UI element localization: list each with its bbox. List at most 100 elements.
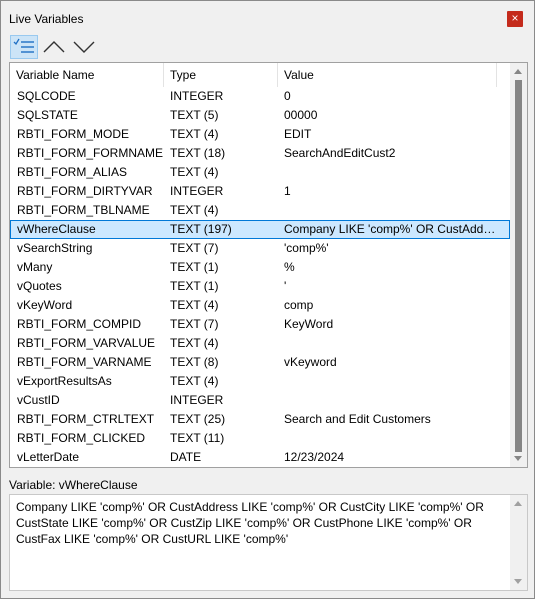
variable-name-cell: vMany (17, 260, 53, 274)
grid-vertical-scrollbar[interactable] (510, 63, 527, 467)
variable-value-panel[interactable]: Company LIKE 'comp%' OR CustAddress LIKE… (9, 494, 528, 591)
table-row[interactable]: RBTI_FORM_COMPID TEXT (7) KeyWord (10, 315, 510, 334)
variable-type-cell: TEXT (7) (170, 241, 219, 255)
variable-value-cell: EDIT (284, 127, 312, 141)
variable-value-cell: KeyWord (284, 317, 334, 331)
table-row[interactable]: RBTI_FORM_ALIAS TEXT (4) (10, 163, 510, 182)
table-row-selected[interactable]: vWhereClause TEXT (197) Company LIKE 'comp… (10, 220, 510, 239)
variable-name-cell: RBTI_FORM_TBLNAME (17, 203, 150, 217)
variable-value-cell: 00000 (284, 108, 318, 122)
show-all-variables-button[interactable] (10, 35, 38, 59)
variable-value-cell: comp (284, 298, 314, 312)
move-down-button[interactable] (70, 35, 98, 59)
table-row[interactable]: SQLSTATE TEXT (5) 00000 (10, 106, 510, 125)
column-header-variable-name[interactable]: Variable Name (10, 63, 164, 87)
variables-grid[interactable]: Variable Name Type Value SQLCODE INTEGER 0… (9, 62, 528, 468)
table-row[interactable]: RBTI_FORM_VARVALUE TEXT (4) (10, 334, 510, 353)
scroll-down-icon[interactable] (514, 579, 522, 584)
table-row[interactable]: SQLCODE INTEGER 0 (10, 87, 510, 106)
variable-type-cell: TEXT (1) (170, 260, 219, 274)
variable-name-cell: RBTI_FORM_MODE (17, 127, 130, 141)
variable-type-cell: TEXT (11) (170, 431, 225, 445)
chevron-up-icon (43, 41, 65, 53)
variable-value-cell (284, 391, 498, 410)
variable-name-cell: SQLSTATE (17, 108, 78, 122)
variable-type-cell: TEXT (7) (170, 317, 219, 331)
table-row[interactable]: vQuotes TEXT (1) ' (10, 277, 510, 296)
variable-name-cell: vSearchString (17, 241, 93, 255)
variable-type-cell: TEXT (4) (170, 336, 219, 350)
variable-name-cell: RBTI_FORM_CTRLTEXT (17, 412, 155, 426)
variable-type-cell: INTEGER (170, 89, 224, 103)
variable-type-cell: TEXT (4) (170, 374, 219, 388)
variable-name-cell: RBTI_FORM_DIRTYVAR (17, 184, 153, 198)
variable-name-cell: vCustID (17, 393, 60, 407)
variable-value-cell (284, 429, 498, 448)
table-row[interactable]: vMany TEXT (1)% (10, 258, 510, 277)
table-row[interactable]: RBTI_FORM_CLICKED TEXT (11) (10, 429, 510, 448)
variable-value-cell (284, 334, 498, 353)
table-row[interactable]: vCustID INTEGER (10, 391, 510, 410)
variable-type-cell: TEXT (4) (170, 203, 219, 217)
table-row[interactable]: vLetterDate DATE 12/23/2024 (10, 448, 510, 467)
variable-type-cell: TEXT (197) (170, 222, 232, 236)
variable-type-cell: INTEGER (170, 184, 224, 198)
live-variables-window: Live Variables × Variable Name Type Valu… (0, 0, 535, 599)
table-row[interactable]: RBTI_FORM_FORMNAME TEXT (18) SearchAndEdit… (10, 144, 510, 163)
variable-type-cell: TEXT (4) (170, 127, 219, 141)
close-button[interactable]: × (507, 11, 523, 27)
table-row[interactable]: RBTI_FORM_TBLNAME TEXT (4) (10, 201, 510, 220)
move-up-button[interactable] (40, 35, 68, 59)
scroll-up-icon[interactable] (514, 69, 522, 74)
chevron-down-icon (73, 41, 95, 53)
table-row[interactable]: RBTI_FORM_VARNAME TEXT (8) vKeyword (10, 353, 510, 372)
scroll-thumb[interactable] (515, 80, 522, 452)
variable-type-cell: INTEGER (170, 393, 224, 407)
table-row[interactable]: RBTI_FORM_DIRTYVAR INTEGER 1 (10, 182, 510, 201)
variable-type-cell: TEXT (8) (170, 355, 219, 369)
selected-variable-label: Variable: vWhereClause (9, 478, 138, 492)
variable-value-cell: 'comp%' (284, 241, 329, 255)
variable-value-cell: 12/23/2024 (284, 450, 345, 464)
variable-value-cell (284, 372, 498, 391)
variable-value-cell (284, 163, 498, 182)
table-row[interactable]: RBTI_FORM_MODE TEXT (4) EDIT (10, 125, 510, 144)
variable-value-text[interactable]: Company LIKE 'comp%' OR CustAddress LIKE… (16, 499, 504, 547)
variable-value-cell: 1 (284, 184, 291, 198)
table-row[interactable]: vKeyWord TEXT (4) comp (10, 296, 510, 315)
variable-type-cell: TEXT (25) (170, 412, 226, 426)
variable-type-cell: TEXT (4) (170, 165, 219, 179)
title-bar: Live Variables × (1, 1, 534, 33)
variable-name-cell: RBTI_FORM_VARVALUE (17, 336, 156, 350)
column-header-value[interactable]: Value (278, 63, 497, 87)
checklist-icon (13, 38, 34, 53)
window-title: Live Variables (9, 12, 84, 26)
variable-name-cell: RBTI_FORM_CLICKED (17, 431, 146, 445)
variable-name-cell: RBTI_FORM_ALIAS (17, 165, 128, 179)
table-row[interactable]: vSearchString TEXT (7) 'comp%' (10, 239, 510, 258)
variable-type-cell: TEXT (18) (170, 146, 226, 160)
variable-name-cell: RBTI_FORM_COMPID (17, 317, 142, 331)
variable-value-cell: ' (284, 279, 287, 293)
variable-name-cell: vQuotes (17, 279, 62, 293)
detail-vertical-scrollbar[interactable] (510, 495, 527, 590)
variable-name-cell: vLetterDate (17, 450, 80, 464)
column-header-type[interactable]: Type (164, 63, 278, 87)
scroll-down-icon[interactable] (514, 456, 522, 461)
variable-type-cell: TEXT (1) (170, 279, 219, 293)
table-row[interactable]: RBTI_FORM_CTRLTEXT TEXT (25) Search and Ed… (10, 410, 510, 429)
variable-name-cell: vKeyWord (17, 298, 73, 312)
variable-type-cell: TEXT (5) (170, 108, 219, 122)
toolbar (1, 33, 534, 59)
variable-value-cell: SearchAndEditCust2 (284, 146, 396, 160)
variable-value-cell (284, 201, 498, 220)
table-row[interactable]: vExportResultsAs TEXT (4) (10, 372, 510, 391)
variable-name-cell: RBTI_FORM_VARNAME (17, 355, 152, 369)
grid-header: Variable Name Type Value (10, 63, 510, 87)
variable-value-cell: Search and Edit Customers (284, 412, 431, 426)
variable-name-cell: SQLCODE (17, 89, 76, 103)
variable-value-cell: vKeyword (284, 355, 337, 369)
scroll-up-icon[interactable] (514, 501, 522, 506)
variable-name-cell: RBTI_FORM_FORMNAME (17, 146, 164, 160)
variable-value-cell: 0 (284, 89, 291, 103)
